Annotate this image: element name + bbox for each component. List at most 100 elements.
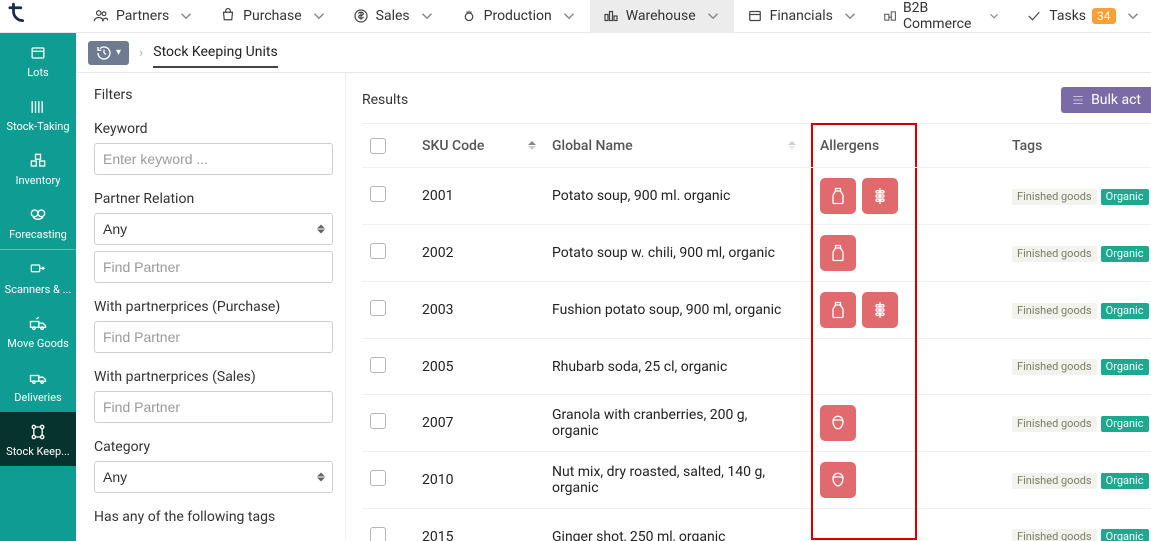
nav-item-sales[interactable]: Sales <box>340 0 448 33</box>
allergen-gluten-icon <box>862 292 898 328</box>
select-all-checkbox[interactable] <box>370 138 386 154</box>
nav-item-financials[interactable]: Financials <box>734 0 871 33</box>
caret-down-icon: ▾ <box>116 47 121 58</box>
pp-purchase-label: With partnerprices (Purchase) <box>94 299 333 315</box>
sidebar-item-scanners[interactable]: Scanners & ... <box>0 250 76 304</box>
inventory-icon <box>26 151 50 171</box>
col-tags[interactable]: Tags <box>1012 138 1042 154</box>
nav-item-purchase[interactable]: Purchase <box>207 0 339 33</box>
b2b-icon <box>883 7 897 25</box>
row-checkbox[interactable] <box>370 357 386 373</box>
allergen-nuts-icon <box>820 405 856 441</box>
keyword-input[interactable] <box>94 143 333 175</box>
tag: Organic <box>1101 416 1149 432</box>
allergen-milk-icon <box>820 292 856 328</box>
sidebar-item-lots[interactable]: Lots <box>0 33 76 87</box>
cell-name: Fushion potato soup, 900 ml, organic <box>552 302 792 318</box>
cell-allergens <box>812 405 1012 441</box>
allergen-gluten-icon <box>862 178 898 214</box>
table-row[interactable]: 2007Granola with cranberries, 200 g, org… <box>362 395 1151 452</box>
allergen-milk-icon <box>820 235 856 271</box>
row-checkbox[interactable] <box>370 186 386 202</box>
nav-item-production[interactable]: Production <box>448 0 590 33</box>
sidebar-label: Deliveries <box>14 392 61 404</box>
sort-icon[interactable] <box>788 141 796 150</box>
allergen-milk-icon <box>820 178 856 214</box>
partner-relation-select[interactable] <box>94 213 333 245</box>
cell-allergens <box>812 178 1012 214</box>
table-row[interactable]: 2002Potato soup w. chili, 900 ml, organi… <box>362 225 1151 282</box>
cell-sku: 2005 <box>422 359 552 375</box>
top-nav: Partners PurchaseSales Production Warehouse… <box>0 0 1151 33</box>
cell-allergens <box>812 292 1012 328</box>
cell-tags: Finished goodsOrganic <box>1012 472 1151 489</box>
cell-name: Potato soup w. chili, 900 ml, organic <box>552 245 792 261</box>
tag: Organic <box>1101 303 1149 319</box>
table-row[interactable]: 2010Nut mix, dry roasted, salted, 140 g,… <box>362 452 1151 509</box>
cell-tags: Finished goodsOrganic <box>1012 528 1151 541</box>
nav-label: Production <box>484 8 552 24</box>
category-select[interactable] <box>94 461 333 493</box>
row-checkbox[interactable] <box>370 527 386 541</box>
stocktaking-icon <box>26 97 50 117</box>
tag: Finished goods <box>1012 303 1097 319</box>
nav-label: Tasks <box>1049 8 1086 24</box>
pp-sales-label: With partnerprices (Sales) <box>94 369 333 385</box>
bulk-actions-button[interactable]: Bulk act <box>1061 87 1151 113</box>
nav-item-partners[interactable]: Partners <box>80 0 207 33</box>
row-checkbox[interactable] <box>370 300 386 316</box>
filters-panel: Filters Keyword Partner Relation With pa… <box>76 73 346 541</box>
cell-tags: Finished goodsOrganic <box>1012 188 1151 205</box>
row-checkbox[interactable] <box>370 413 386 429</box>
table-row[interactable]: 2001Potato soup, 900 ml. organicFinished… <box>362 168 1151 225</box>
sidebar-label: Scanners & ... <box>5 284 72 296</box>
cell-sku: 2007 <box>422 415 552 431</box>
pp-sales-input[interactable] <box>94 391 333 423</box>
history-button[interactable]: ▾ <box>88 41 129 65</box>
tag: Finished goods <box>1012 416 1097 432</box>
cell-name: Rhubarb soda, 25 cl, organic <box>552 359 792 375</box>
cell-allergens <box>812 462 1012 498</box>
partner-relation-partner-input[interactable] <box>94 251 333 283</box>
nav-label: Warehouse <box>626 8 696 24</box>
col-allergens[interactable]: Allergens <box>820 138 879 154</box>
app-logo[interactable] <box>8 2 30 30</box>
chevron-down-icon <box>560 7 578 25</box>
table-row[interactable]: 2005Rhubarb soda, 25 cl, organic Finished… <box>362 339 1151 395</box>
sidebar-item-sku[interactable]: Stock Keep... <box>0 412 76 466</box>
warehouse-icon <box>602 7 620 25</box>
tag: Finished goods <box>1012 246 1097 262</box>
sidebar-item-inventory[interactable]: Inventory <box>0 141 76 195</box>
sidebar-item-movegoods[interactable]: Move Goods <box>0 304 76 358</box>
tags-filter-label: Has any of the following tags <box>94 509 333 525</box>
sidebar-item-stocktaking[interactable]: Stock-Taking <box>0 87 76 141</box>
tag: Organic <box>1101 359 1149 375</box>
sort-icon[interactable] <box>528 141 536 150</box>
sku-icon <box>26 422 50 442</box>
row-checkbox[interactable] <box>370 243 386 259</box>
sidebar-item-deliveries[interactable]: Deliveries <box>0 358 76 412</box>
cell-tags: Finished goodsOrganic <box>1012 415 1151 432</box>
partner-relation-label: Partner Relation <box>94 191 333 207</box>
nav-item-warehouse[interactable]: Warehouse <box>590 0 734 33</box>
sidebar-item-forecasting[interactable]: Forecasting <box>0 195 76 249</box>
sidebar-label: Stock Keep... <box>6 446 70 458</box>
table-row[interactable]: 2003Fushion potato soup, 900 ml, organic… <box>362 282 1151 339</box>
updown-icon <box>317 473 325 482</box>
table-row[interactable]: 2015Ginger shot, 250 ml, organicFinished… <box>362 509 1151 541</box>
tag: Organic <box>1101 529 1149 541</box>
bulk-actions-label: Bulk act <box>1091 92 1141 108</box>
nav-label: Partners <box>116 8 169 24</box>
pp-purchase-input[interactable] <box>94 321 333 353</box>
nav-item-b2b[interactable]: B2B Commerce <box>871 0 1013 33</box>
chevron-down-icon <box>704 7 722 25</box>
movegoods-icon <box>26 314 50 334</box>
tag: Organic <box>1101 246 1149 262</box>
col-sku[interactable]: SKU Code <box>422 138 484 154</box>
list-icon <box>1071 93 1085 107</box>
nav-item-tasks[interactable]: Tasks34 <box>1013 0 1151 33</box>
row-checkbox[interactable] <box>370 470 386 486</box>
col-name[interactable]: Global Name <box>552 138 633 154</box>
cell-tags: Finished goodsOrganicPa <box>1012 358 1151 375</box>
sidebar: LotsStock-TakingInventoryForecasting Scan… <box>0 33 76 541</box>
